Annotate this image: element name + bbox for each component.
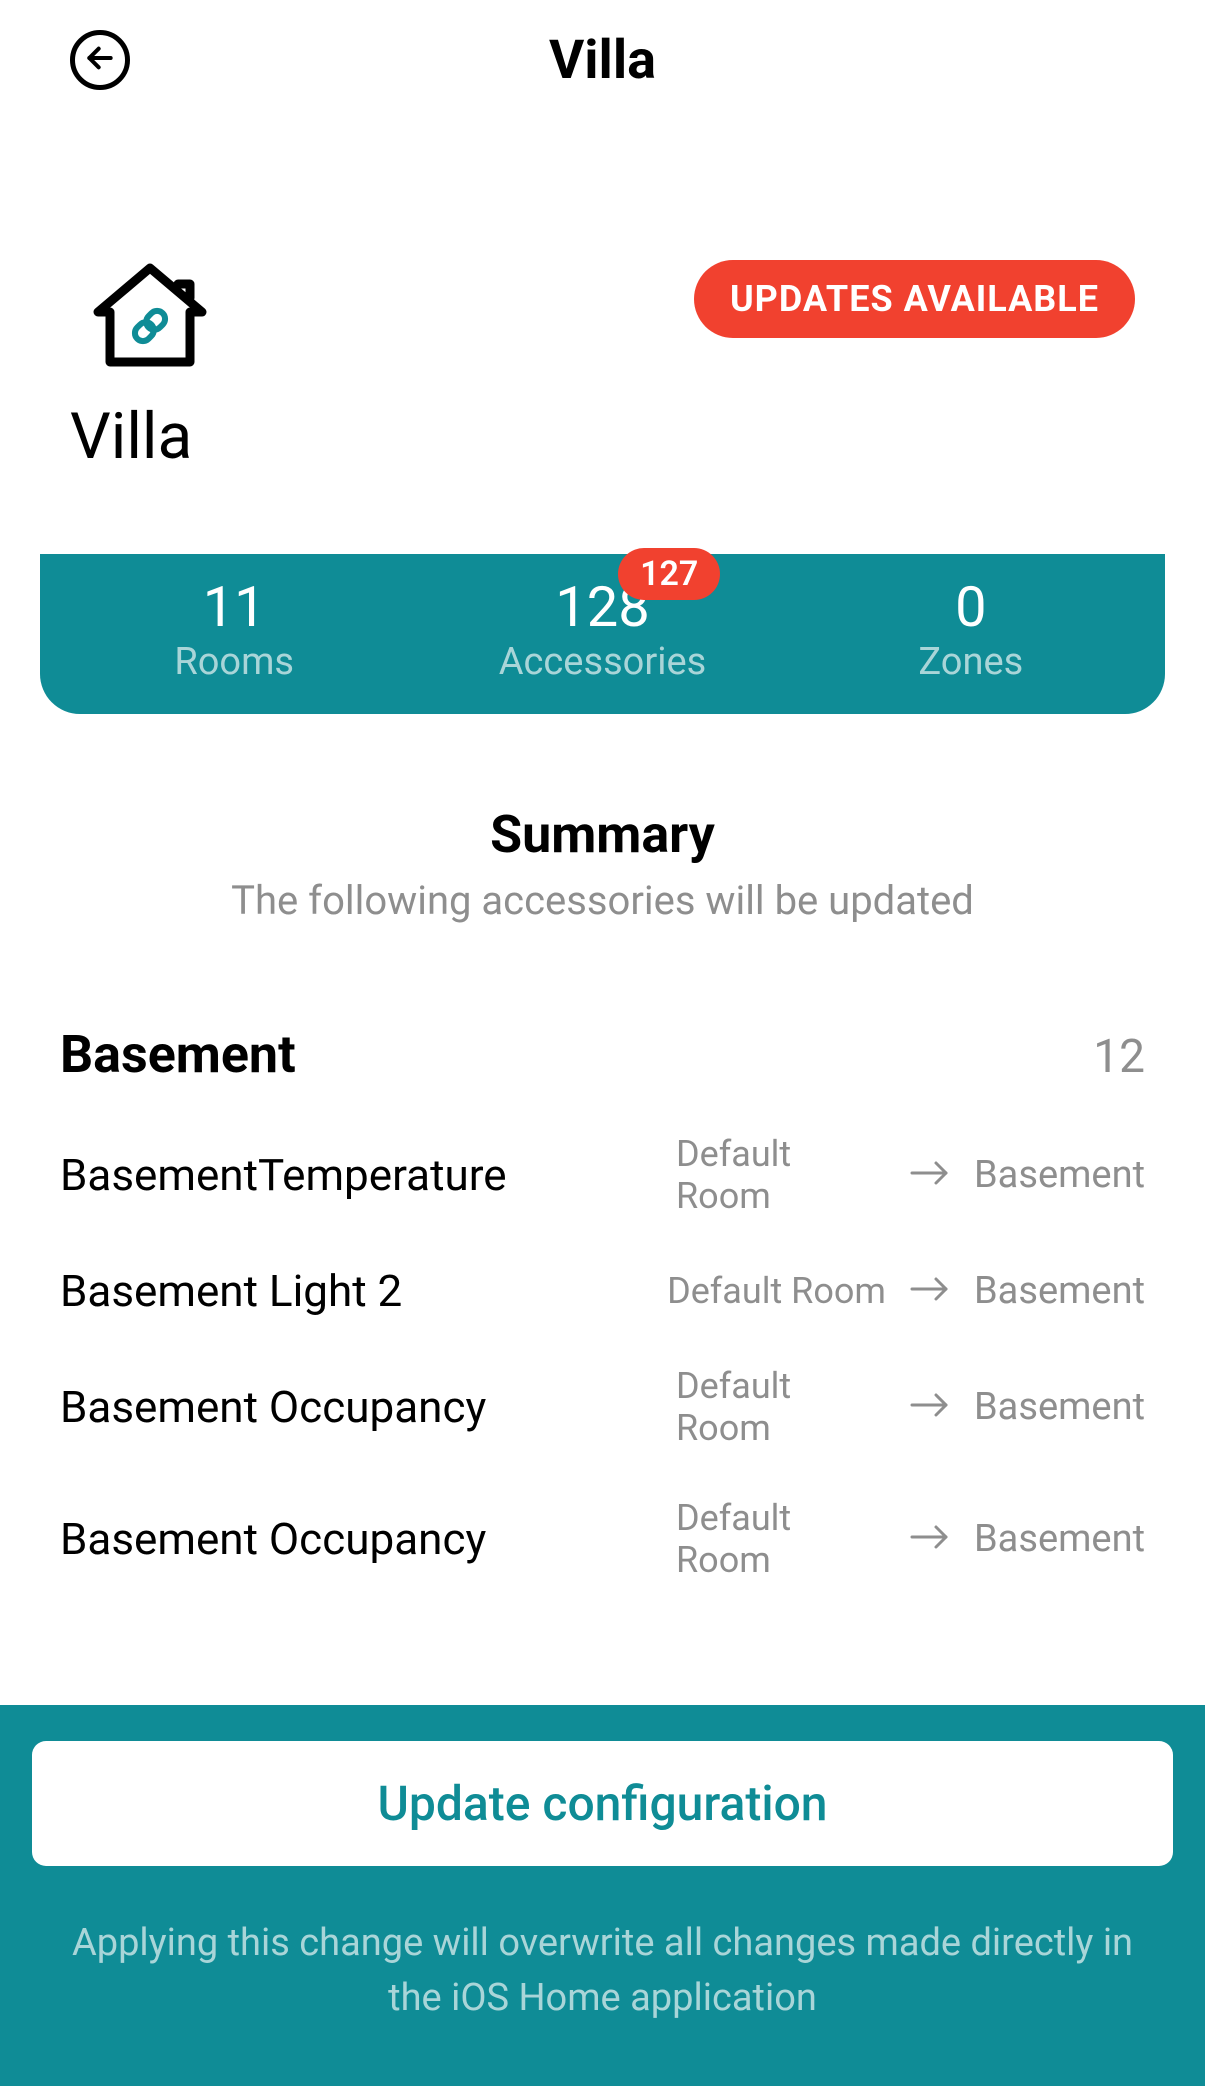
stat-accessories-value: 128 bbox=[418, 574, 786, 640]
stat-accessories-label: Accessories bbox=[418, 640, 786, 684]
item-from: Default Room bbox=[676, 1133, 886, 1217]
stat-accessories-badge: 127 bbox=[618, 548, 720, 600]
item-name: BasementTemperature bbox=[60, 1149, 676, 1201]
summary-title: Summary bbox=[40, 804, 1165, 865]
item-from: Default Room bbox=[676, 1497, 886, 1581]
stat-zones-label: Zones bbox=[787, 640, 1155, 684]
back-arrow-icon bbox=[84, 42, 116, 78]
stat-zones-value: 0 bbox=[787, 574, 1155, 640]
home-link-icon bbox=[90, 260, 210, 374]
item-to: Basement bbox=[974, 1153, 1145, 1197]
footer-note: Applying this change will overwrite all … bbox=[32, 1916, 1173, 2026]
arrow-right-icon bbox=[910, 1522, 950, 1556]
item-to: Basement bbox=[974, 1385, 1145, 1429]
stat-zones[interactable]: 0 Zones bbox=[787, 574, 1155, 684]
home-name: Villa bbox=[70, 399, 192, 474]
list-item[interactable]: Basement Occupancy Default Room Basement bbox=[60, 1497, 1145, 1581]
stat-rooms[interactable]: 11 Rooms bbox=[50, 574, 418, 684]
home-block: Villa bbox=[70, 260, 210, 474]
summary-subtitle: The following accessories will be update… bbox=[40, 877, 1165, 924]
item-name: Basement Occupancy bbox=[60, 1513, 676, 1565]
home-row: Villa UPDATES AVAILABLE bbox=[0, 110, 1205, 504]
section-basement: Basement 12 BasementTemperature Default … bbox=[0, 1024, 1205, 1581]
summary-block: Summary The following accessories will b… bbox=[0, 804, 1205, 924]
list-item[interactable]: Basement Light 2 Default Room Basement bbox=[60, 1265, 1145, 1317]
header: Villa bbox=[0, 0, 1205, 110]
section-title: Basement bbox=[60, 1024, 296, 1085]
list-item[interactable]: BasementTemperature Default Room Basemen… bbox=[60, 1133, 1145, 1217]
stats-bar: 11 Rooms 127 128 Accessories 0 Zones bbox=[40, 554, 1165, 714]
updates-available-badge[interactable]: UPDATES AVAILABLE bbox=[694, 260, 1135, 338]
page-title: Villa bbox=[0, 29, 1205, 92]
item-to: Basement bbox=[974, 1517, 1145, 1561]
item-name: Basement Light 2 bbox=[60, 1265, 667, 1317]
update-configuration-button[interactable]: Update configuration bbox=[32, 1741, 1173, 1866]
footer: Update configuration Applying this chang… bbox=[0, 1705, 1205, 2086]
item-from: Default Room bbox=[667, 1270, 886, 1312]
stat-rooms-value: 11 bbox=[50, 574, 418, 640]
stat-rooms-label: Rooms bbox=[50, 640, 418, 684]
item-to: Basement bbox=[974, 1269, 1145, 1313]
section-header: Basement 12 bbox=[60, 1024, 1145, 1085]
arrow-right-icon bbox=[910, 1390, 950, 1424]
list-item[interactable]: Basement Occupancy Default Room Basement bbox=[60, 1365, 1145, 1449]
item-from: Default Room bbox=[676, 1365, 886, 1449]
section-count: 12 bbox=[1093, 1030, 1145, 1084]
stat-accessories[interactable]: 127 128 Accessories bbox=[418, 574, 786, 684]
arrow-right-icon bbox=[910, 1274, 950, 1308]
back-button[interactable] bbox=[70, 30, 130, 90]
arrow-right-icon bbox=[910, 1158, 950, 1192]
item-name: Basement Occupancy bbox=[60, 1381, 676, 1433]
